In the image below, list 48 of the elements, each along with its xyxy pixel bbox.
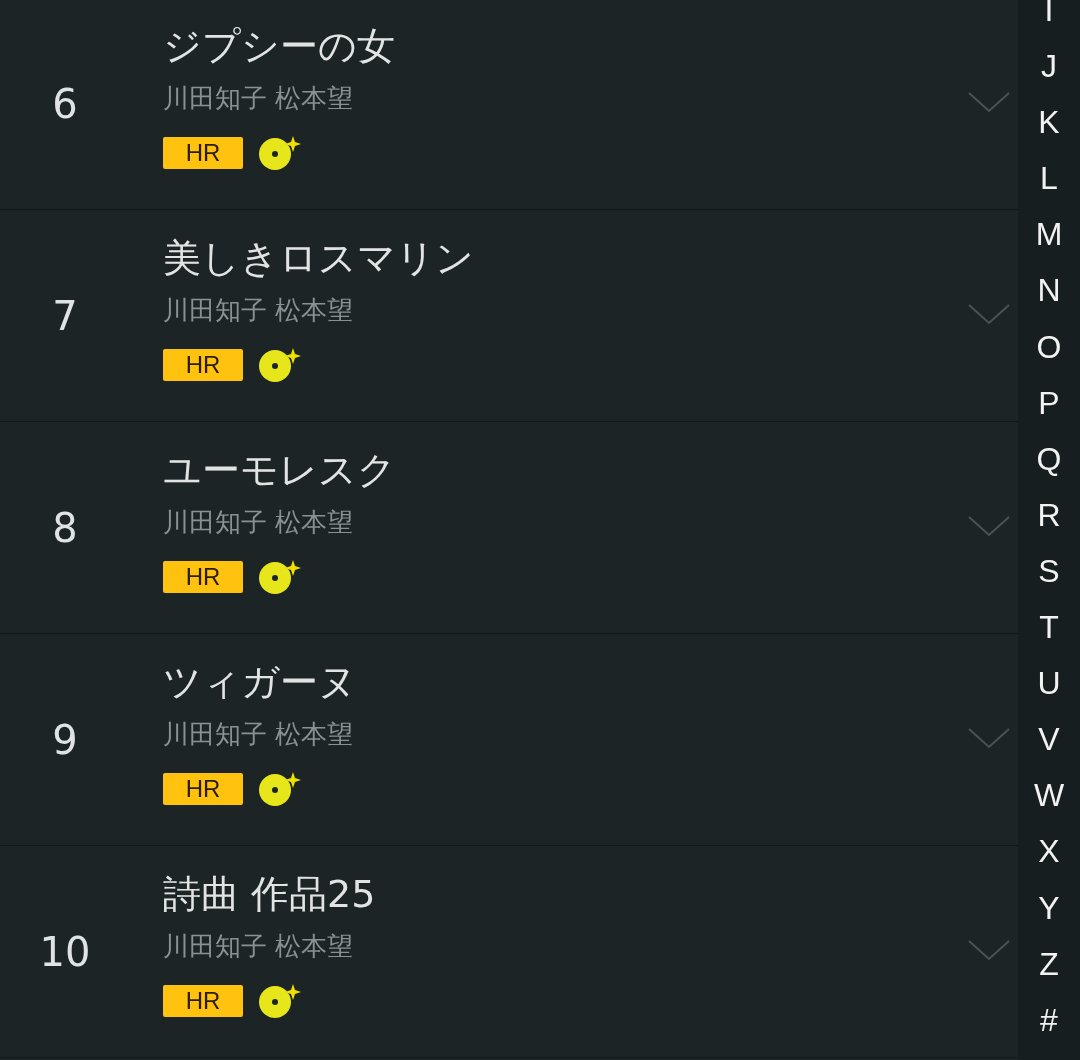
hi-res-badge: HR: [163, 349, 243, 381]
track-title: ユーモレスク: [163, 447, 397, 494]
chevron-down-icon[interactable]: [967, 301, 1011, 326]
track-artist: 川田知子 松本望: [163, 294, 355, 327]
track-title: ツィガーヌ: [163, 659, 358, 706]
index-letter[interactable]: S: [1038, 542, 1060, 600]
index-letter[interactable]: K: [1038, 94, 1060, 151]
index-letter[interactable]: O: [1036, 318, 1062, 375]
index-letter[interactable]: P: [1038, 374, 1060, 431]
index-letter[interactable]: T: [1039, 599, 1059, 656]
hi-res-badge: HR: [163, 773, 243, 805]
track-artist: 川田知子 松本望: [163, 930, 355, 963]
track-artist: 川田知子 松本望: [163, 82, 355, 115]
index-letter[interactable]: J: [1041, 38, 1057, 95]
track-artist: 川田知子 松本望: [163, 718, 355, 751]
index-letter[interactable]: R: [1037, 486, 1061, 543]
index-letter[interactable]: W: [1033, 767, 1065, 824]
chevron-down-icon[interactable]: [967, 937, 1011, 962]
disc-icon: [257, 770, 301, 808]
track-number: 6: [51, 80, 79, 127]
track-title: ジプシーの女: [163, 23, 396, 70]
track-title: 美しきロスマリン: [163, 235, 475, 282]
track-artist: 川田知子 松本望: [163, 506, 355, 539]
index-letter[interactable]: V: [1038, 711, 1060, 768]
disc-icon: [257, 346, 301, 384]
chevron-down-icon[interactable]: [967, 89, 1011, 114]
track-number: 10: [38, 928, 92, 975]
index-letter[interactable]: #: [1040, 991, 1058, 1048]
chevron-down-icon[interactable]: [967, 513, 1011, 538]
disc-icon: [257, 982, 301, 1020]
hi-res-badge: HR: [163, 985, 243, 1017]
hi-res-badge: HR: [163, 137, 243, 169]
track-title: 詩曲 作品25: [163, 871, 377, 918]
index-letter[interactable]: N: [1037, 262, 1061, 319]
index-letter[interactable]: Y: [1038, 879, 1060, 936]
index-letter[interactable]: Z: [1039, 935, 1059, 992]
index-letter[interactable]: X: [1038, 823, 1060, 880]
disc-icon: [257, 558, 301, 596]
track-number: 9: [51, 716, 79, 763]
hi-res-badge: HR: [163, 561, 243, 593]
track-number: 7: [51, 292, 79, 339]
disc-icon: [257, 134, 301, 172]
index-letter[interactable]: Q: [1036, 430, 1062, 487]
index-letter[interactable]: M: [1035, 206, 1063, 263]
track-number: 8: [51, 504, 79, 551]
index-letter[interactable]: U: [1037, 655, 1061, 712]
chevron-down-icon[interactable]: [967, 725, 1011, 750]
index-letter[interactable]: L: [1040, 150, 1058, 207]
